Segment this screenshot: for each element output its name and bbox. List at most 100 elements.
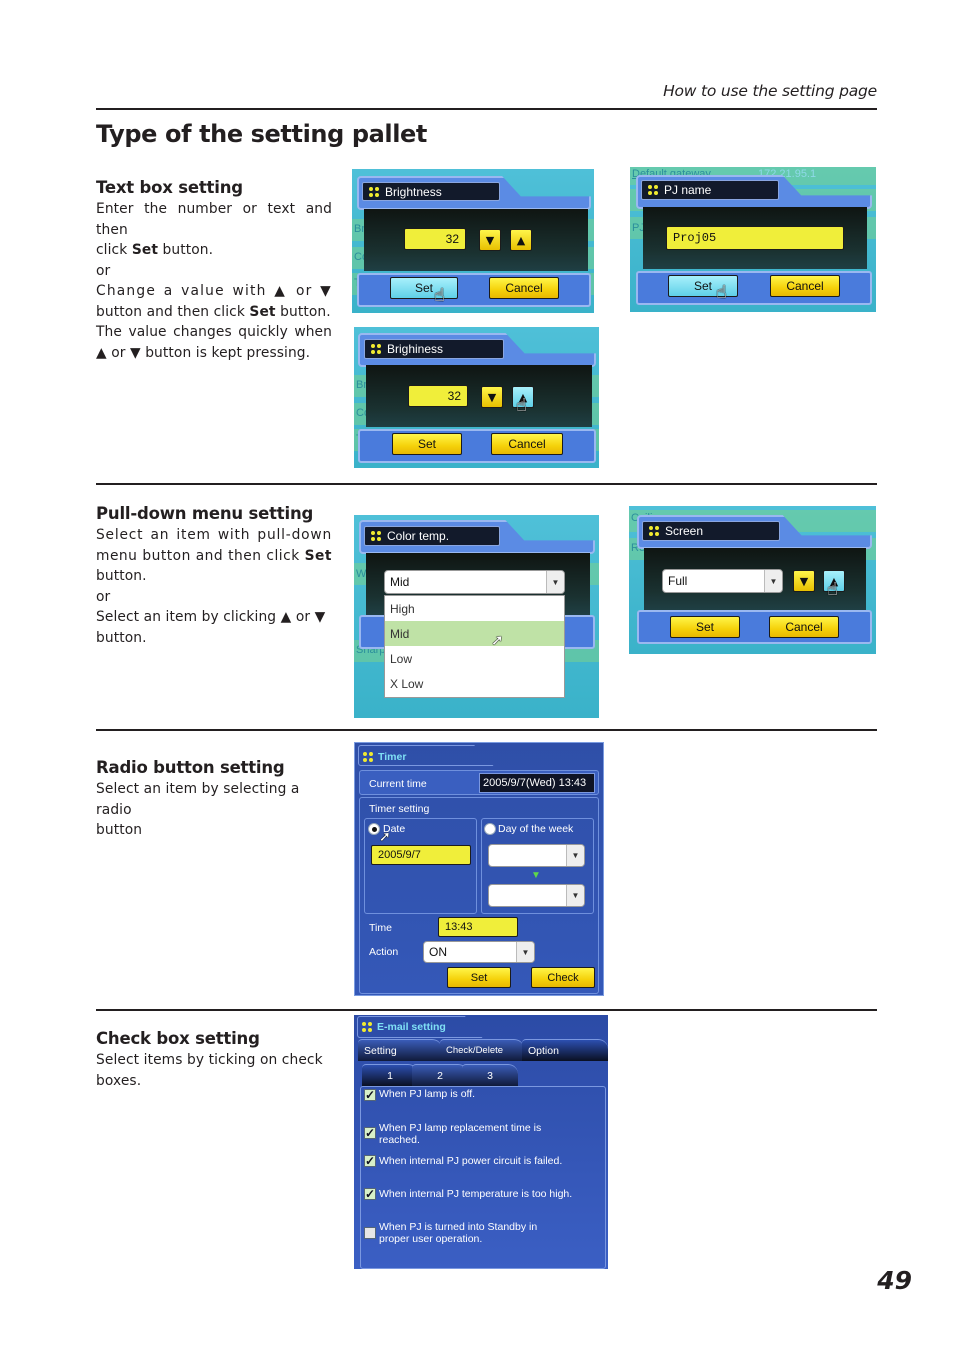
- chevron-down-icon[interactable]: ▼: [566, 885, 584, 906]
- email-setting-screenshot: E-mail setting Setting Check/Delete Opti…: [354, 1015, 608, 1269]
- page-title: Type of the setting pallet: [96, 120, 427, 148]
- checkbox-lamp-off[interactable]: ✓: [364, 1089, 376, 1101]
- dropdown-list: High Mid Low X Low: [384, 595, 565, 698]
- decrease-button[interactable]: ▼: [479, 229, 501, 251]
- arrow-pointer-icon: ➚: [379, 828, 391, 844]
- hand-pointer-icon: ☝: [716, 282, 727, 303]
- tab-option[interactable]: Option: [522, 1039, 608, 1061]
- action-select[interactable]: ON ▼: [423, 941, 535, 963]
- brightness-input[interactable]: 32: [404, 228, 466, 250]
- increase-button[interactable]: ▲: [510, 229, 532, 251]
- text-line: menu button and then click Set: [96, 547, 332, 564]
- section-heading: Text box setting: [96, 178, 243, 197]
- brightness-input[interactable]: 32: [408, 385, 468, 407]
- checkbox-power-circuit[interactable]: ✓: [364, 1155, 376, 1167]
- text-line: Select an item by selecting a radio: [96, 781, 300, 818]
- screen-select[interactable]: Full ▼: [662, 569, 783, 593]
- decrease-button[interactable]: ▼: [793, 570, 815, 592]
- current-time-label: Current time: [369, 778, 427, 790]
- check-button[interactable]: Check: [531, 967, 595, 988]
- dropdown-option[interactable]: Low: [385, 646, 564, 671]
- day-from-select[interactable]: ▼: [488, 844, 585, 867]
- day-of-week-radio[interactable]: [484, 823, 496, 835]
- current-time-value: 2005/9/7(Wed) 13:43: [479, 773, 595, 793]
- dialog-title: Brighiness: [364, 339, 504, 359]
- subtab-3[interactable]: 3: [462, 1064, 518, 1086]
- time-label: Time: [369, 922, 392, 934]
- header-rule: [96, 108, 877, 110]
- menu-dots-icon: [362, 1022, 372, 1032]
- text-line: Select an item by clicking ▲ or ▼: [96, 609, 326, 625]
- checkbox-label: When PJ is turned into Standby in proper…: [379, 1221, 538, 1245]
- dialog-title: Brightness: [362, 182, 500, 201]
- set-button[interactable]: Set: [668, 275, 738, 297]
- color-temp-screenshot: White Sharp Color temp. Mid▼ High Mid Lo…: [354, 515, 599, 718]
- dialog-title: Color temp.: [364, 526, 500, 546]
- pj-name-screenshot: Default gateway 172.21.95.1 PJ name PJ n…: [630, 167, 876, 312]
- dropdown-option[interactable]: X Low: [385, 671, 564, 696]
- cancel-button[interactable]: Cancel: [770, 275, 840, 297]
- running-header: How to use the setting page: [663, 82, 877, 100]
- cancel-button[interactable]: Cancel: [491, 433, 563, 455]
- set-button[interactable]: Set: [670, 616, 740, 638]
- page-number: 49: [877, 1266, 912, 1295]
- menu-dots-icon: [371, 344, 381, 354]
- pj-name-input[interactable]: Proj05: [666, 226, 844, 250]
- brightness-screenshot-1: Brightness Color Tint Brightness 32 ▼ ▲ …: [352, 169, 594, 313]
- section-heading: Check box setting: [96, 1029, 260, 1048]
- hand-pointer-icon: ☝: [434, 285, 445, 306]
- dropdown-option[interactable]: High: [385, 596, 564, 621]
- text-line: click Set button.: [96, 242, 214, 258]
- day-to-select[interactable]: ▼: [488, 884, 585, 907]
- checkbox-temperature[interactable]: ✓: [364, 1188, 376, 1200]
- chevron-down-icon[interactable]: ▼: [546, 571, 564, 593]
- panel-title: E-mail setting: [362, 1021, 446, 1033]
- checkbox-label: When internal PJ temperature is too high…: [379, 1188, 573, 1200]
- chevron-down-icon[interactable]: ▼: [516, 942, 534, 962]
- section-divider: [96, 1009, 877, 1011]
- set-button[interactable]: Set: [447, 967, 511, 988]
- triangle-down-icon: ▼: [485, 233, 495, 247]
- text-line: button.: [96, 629, 147, 646]
- chevron-down-icon[interactable]: ▼: [764, 570, 782, 592]
- dialog-title: Screen: [642, 521, 780, 541]
- text-line: button.: [96, 568, 147, 584]
- text-line: boxes.: [96, 1072, 142, 1089]
- decrease-button[interactable]: ▼: [481, 386, 503, 408]
- menu-dots-icon: [371, 531, 381, 541]
- dropdown-option-selected[interactable]: Mid: [385, 621, 564, 646]
- menu-dots-icon: [369, 186, 379, 197]
- triangle-down-icon: ▼: [799, 574, 809, 588]
- set-button[interactable]: Set: [390, 277, 458, 299]
- time-input[interactable]: 13:43: [438, 917, 518, 937]
- screen-screenshot: Ceiling Rear Screen Full▼ ▼ ▲ ☝ Set Canc…: [629, 506, 876, 654]
- section-text-box: Text box setting Enter the number or tex…: [96, 177, 332, 363]
- dialog-title: PJ name: [641, 180, 779, 200]
- cancel-button[interactable]: Cancel: [489, 277, 559, 299]
- text-line: Select an item with pull-down: [96, 527, 332, 543]
- text-line: button and then click Set button.: [96, 303, 331, 320]
- chevron-down-icon[interactable]: ▼: [566, 845, 584, 866]
- action-label: Action: [369, 946, 399, 958]
- section-radio: Radio button setting Select an item by s…: [96, 757, 332, 841]
- cancel-button[interactable]: Cancel: [769, 616, 839, 638]
- color-temp-select[interactable]: Mid ▼: [384, 570, 565, 594]
- subtab-1[interactable]: 1: [362, 1064, 418, 1086]
- text-line: The value changes quickly when: [96, 324, 332, 340]
- date-input[interactable]: 2005/9/7: [371, 845, 471, 865]
- text-line: Enter the number or text and then: [96, 201, 332, 238]
- triangle-up-icon: ▲: [516, 233, 526, 247]
- tab-setting[interactable]: Setting: [358, 1039, 442, 1061]
- checkbox-lamp-replacement[interactable]: ✓: [364, 1127, 376, 1139]
- brightness-screenshot-2: Brightness Color Tint Brighiness 32 ▼ ▲ …: [354, 327, 599, 468]
- tab-check-delete[interactable]: Check/Delete: [440, 1039, 524, 1061]
- subtab-2[interactable]: 2: [412, 1064, 468, 1086]
- set-button[interactable]: Set: [392, 433, 462, 455]
- checkbox-standby[interactable]: [364, 1227, 376, 1239]
- checkbox-label: When internal PJ power circuit is failed…: [379, 1155, 563, 1167]
- checkbox-label: When PJ lamp replacement time is reached…: [379, 1122, 542, 1146]
- checkbox-label: When PJ lamp is off.: [379, 1088, 476, 1100]
- timer-setting-label: Timer setting: [369, 803, 430, 815]
- section-heading: Pull-down menu setting: [96, 504, 314, 523]
- timer-screenshot: Timer Current time 2005/9/7(Wed) 13:43 T…: [354, 742, 604, 996]
